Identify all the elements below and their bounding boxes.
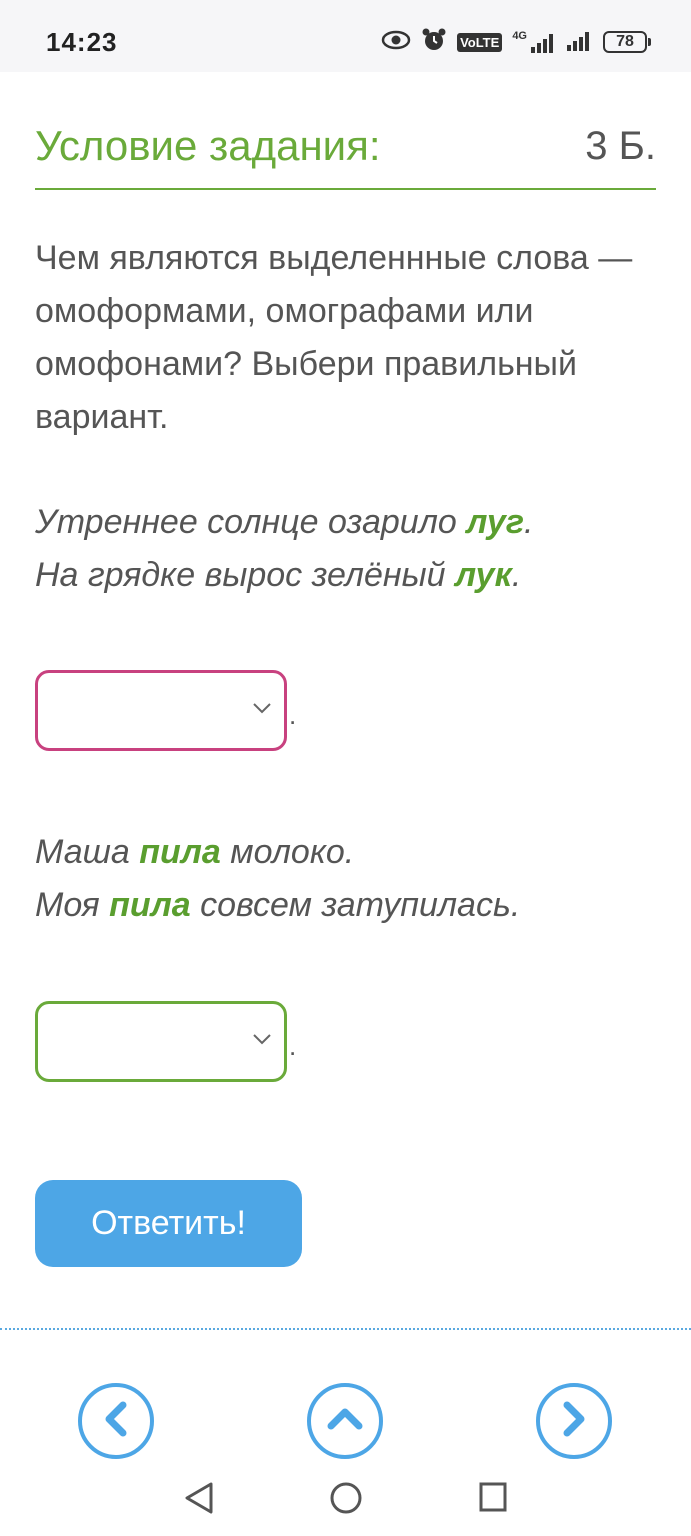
period: .	[289, 700, 297, 730]
chevron-right-icon	[557, 1399, 591, 1444]
sentence: Маша пила молоко.	[35, 833, 355, 871]
answer-select-1[interactable]	[35, 670, 287, 751]
period: .	[289, 1031, 297, 1061]
task-header: Условие задания: 3 Б.	[35, 122, 656, 190]
example-sentences-1: Утреннее солнце озарило луг. На грядке в…	[35, 496, 533, 602]
sentence: Моя пила совсем затупилась.	[35, 886, 521, 924]
battery-icon: 78	[603, 31, 651, 53]
signal-icon: 4G	[512, 31, 557, 53]
question-text: Чем являются выделеннные слова — омоформ…	[35, 239, 633, 436]
status-time: 14:23	[46, 27, 118, 57]
sentence: Утреннее солнце озарило луг.	[35, 503, 534, 541]
chevron-up-icon	[325, 1402, 365, 1441]
signal-icon	[567, 29, 593, 56]
home-circle-icon[interactable]	[329, 1481, 363, 1520]
chevron-down-icon	[252, 1032, 272, 1051]
answer-button[interactable]: Ответить!	[35, 1180, 302, 1267]
chevron-left-icon	[99, 1399, 133, 1444]
highlighted-word: пила	[109, 886, 191, 924]
back-triangle-icon[interactable]	[183, 1481, 215, 1520]
page-title: Условие задания:	[35, 122, 381, 169]
highlighted-word: пила	[139, 833, 221, 871]
scroll-top-button[interactable]	[307, 1383, 383, 1459]
example-sentences-2: Маша пила молоко. Моя пила совсем затупи…	[35, 826, 520, 932]
answer-select-2[interactable]	[35, 1001, 287, 1082]
alarm-icon	[421, 27, 447, 58]
next-button[interactable]	[536, 1383, 612, 1459]
points-label: 3 Б.	[585, 124, 656, 168]
sentence: На грядке вырос зелёный лук.	[35, 556, 522, 594]
status-bar: 14:23 VoLTE 4G 78	[0, 0, 691, 72]
volte-icon: VoLTE	[457, 32, 503, 52]
recents-square-icon[interactable]	[478, 1481, 508, 1518]
eye-icon	[381, 30, 411, 55]
chevron-down-icon	[252, 701, 272, 720]
previous-button[interactable]	[78, 1383, 154, 1459]
highlighted-word: лук	[454, 556, 512, 594]
status-icons: VoLTE 4G 78	[381, 27, 651, 58]
highlighted-word: луг	[466, 503, 524, 541]
divider	[0, 1328, 691, 1330]
network-type-label: 4G	[512, 30, 527, 42]
